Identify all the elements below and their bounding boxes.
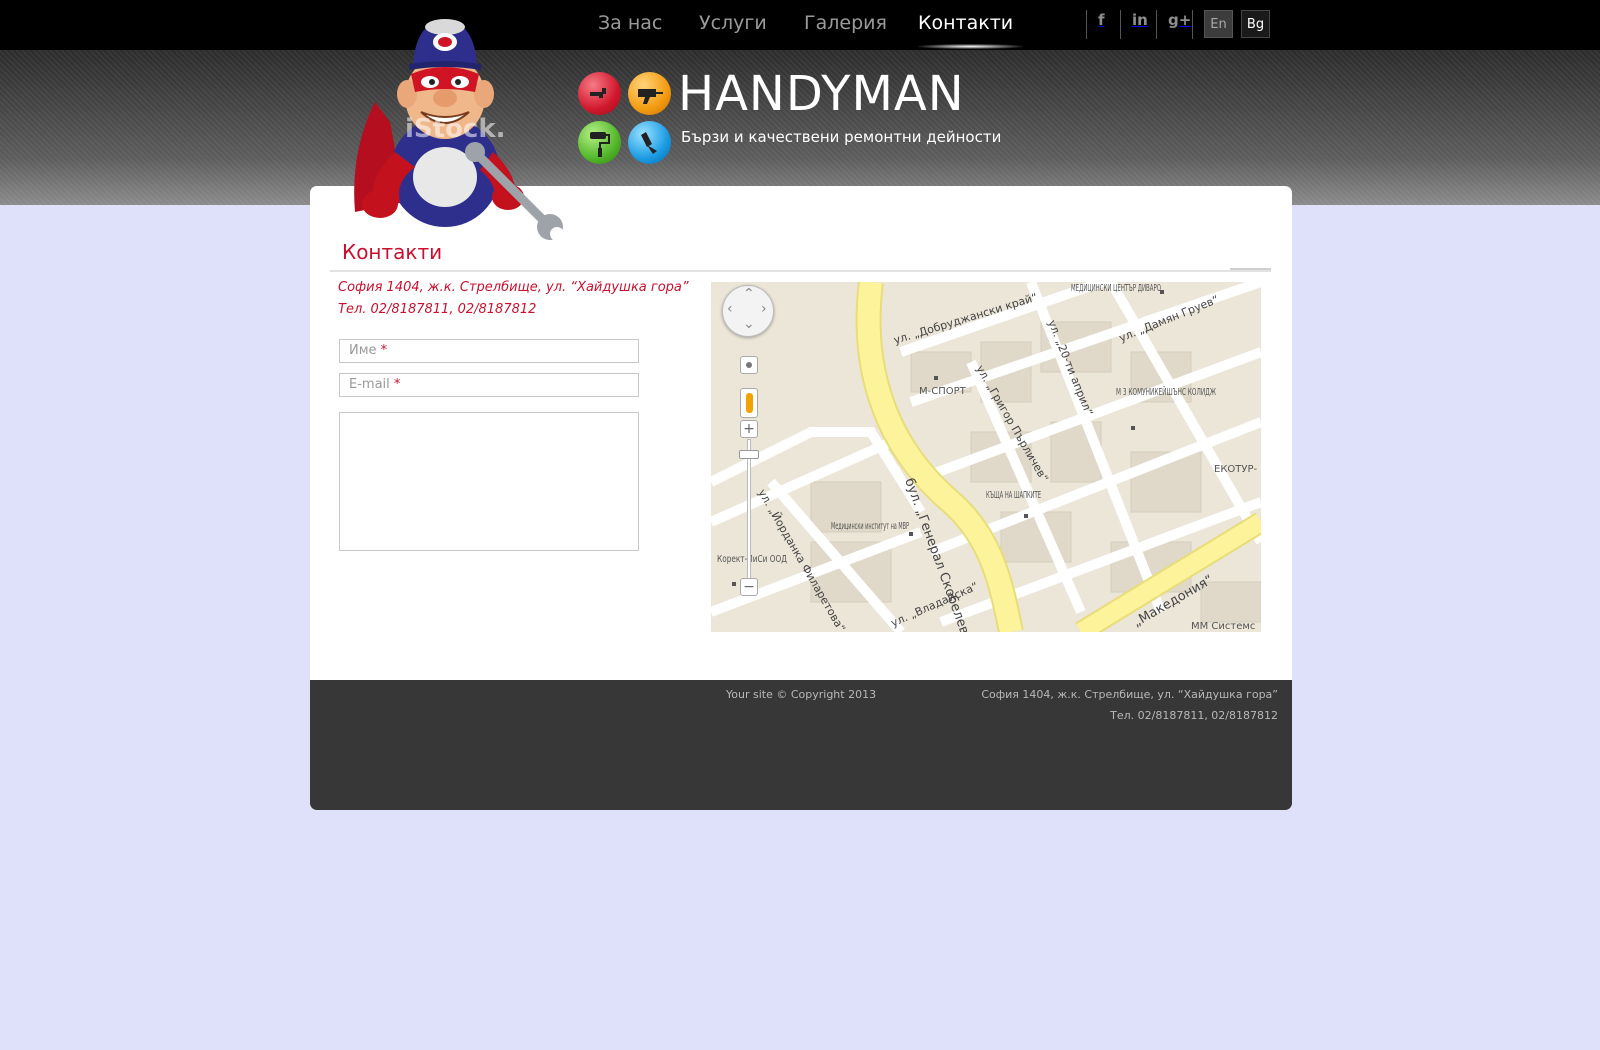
map-label: МЕДИЦИНСКИ ЦЕНТЪР ДИВАРО (1071, 283, 1161, 294)
top-bar (0, 0, 1600, 50)
linkedin-icon-glyph: in (1132, 11, 1148, 29)
divider (1086, 10, 1087, 39)
email-field[interactable]: E-mail * (339, 373, 639, 397)
linkedin-icon[interactable]: in (1132, 10, 1148, 29)
message-textarea[interactable] (339, 412, 639, 551)
required-mark: * (380, 343, 388, 358)
nav-item-contacts[interactable]: Контакти (918, 12, 1013, 34)
active-nav-indicator (918, 44, 1023, 49)
contact-address: София 1404, ж.к. Стрелбище, ул. “Хайдушк… (338, 280, 689, 295)
google-plus-icon[interactable]: g+ (1168, 10, 1191, 29)
nav-item-services[interactable]: Услуги (699, 12, 767, 34)
faucet-icon (578, 72, 621, 115)
name-field-placeholder: Име (349, 343, 377, 358)
map-label: ЕКОТУР- (1214, 464, 1258, 475)
map-label: КЪЩА НА ШАПКИТЕ (986, 490, 1041, 501)
map-center-button[interactable] (740, 356, 758, 374)
trowel-icon (628, 121, 671, 164)
facebook-icon[interactable]: f (1098, 10, 1105, 29)
nav-item-about[interactable]: За нас (598, 12, 662, 34)
required-mark: * (393, 377, 401, 392)
pan-right-icon[interactable]: › (761, 301, 767, 317)
pan-up-icon[interactable]: ⌃ (743, 286, 755, 302)
handyman-mascot-image: iStock. (354, 19, 564, 241)
map-label: Медицински институт на МВР (831, 521, 909, 532)
footer-address: София 1404, ж.к. Стрелбище, ул. “Хайдушк… (981, 688, 1278, 701)
email-field-placeholder: E-mail (349, 377, 390, 392)
page-title: Контакти (342, 240, 443, 264)
title-divider-accent (1230, 268, 1271, 270)
lang-en-button[interactable]: En (1204, 10, 1233, 38)
zoom-in-button[interactable]: + (740, 420, 758, 438)
pan-left-icon[interactable]: ‹ (727, 301, 733, 317)
watermark-text: iStock. (405, 114, 506, 144)
zoom-slider-track[interactable] (747, 439, 751, 579)
brand-name: HANDYMAN (678, 66, 965, 122)
google-plus-icon-glyph: g+ (1168, 11, 1192, 29)
google-map[interactable]: МЕДИЦИНСКИ ЦЕНТЪР ДИВАРО М-СПОРТ М 3 КОМ… (711, 282, 1261, 632)
drill-icon (628, 72, 671, 115)
name-field[interactable]: Име * (339, 339, 639, 363)
contact-phone: Тел. 02/8187811, 02/8187812 (338, 302, 537, 317)
nav-item-gallery[interactable]: Галерия (804, 12, 887, 34)
lang-bg-button[interactable]: Bg (1241, 10, 1270, 38)
map-label: Корект-ПиСи ООД (717, 554, 787, 565)
brand-tagline: Бързи и качествени ремонтни дейности (681, 128, 1002, 146)
zoom-out-button[interactable]: − (740, 578, 758, 596)
divider (1156, 10, 1157, 39)
title-divider (330, 270, 1271, 272)
map-pan-control[interactable]: ⌃ ⌄ ‹ › (722, 285, 774, 337)
facebook-icon-glyph: f (1098, 11, 1105, 29)
divider (1192, 10, 1193, 39)
street-view-pegman-icon[interactable] (740, 388, 758, 418)
zoom-slider-handle[interactable] (739, 450, 759, 459)
pan-down-icon[interactable]: ⌄ (743, 316, 755, 332)
footer-copyright: Your site © Copyright 2013 (726, 688, 877, 701)
footer-phone: Тел. 02/8187811, 02/8187812 (1110, 709, 1278, 722)
map-label: ММ Системс (1191, 621, 1255, 632)
paint-roller-icon (578, 121, 621, 164)
divider (1120, 10, 1121, 39)
map-label: М-СПОРТ (919, 386, 967, 397)
map-label: М 3 КОМУНИКЕЙШЪНС КОЛИДЖ (1116, 385, 1216, 398)
